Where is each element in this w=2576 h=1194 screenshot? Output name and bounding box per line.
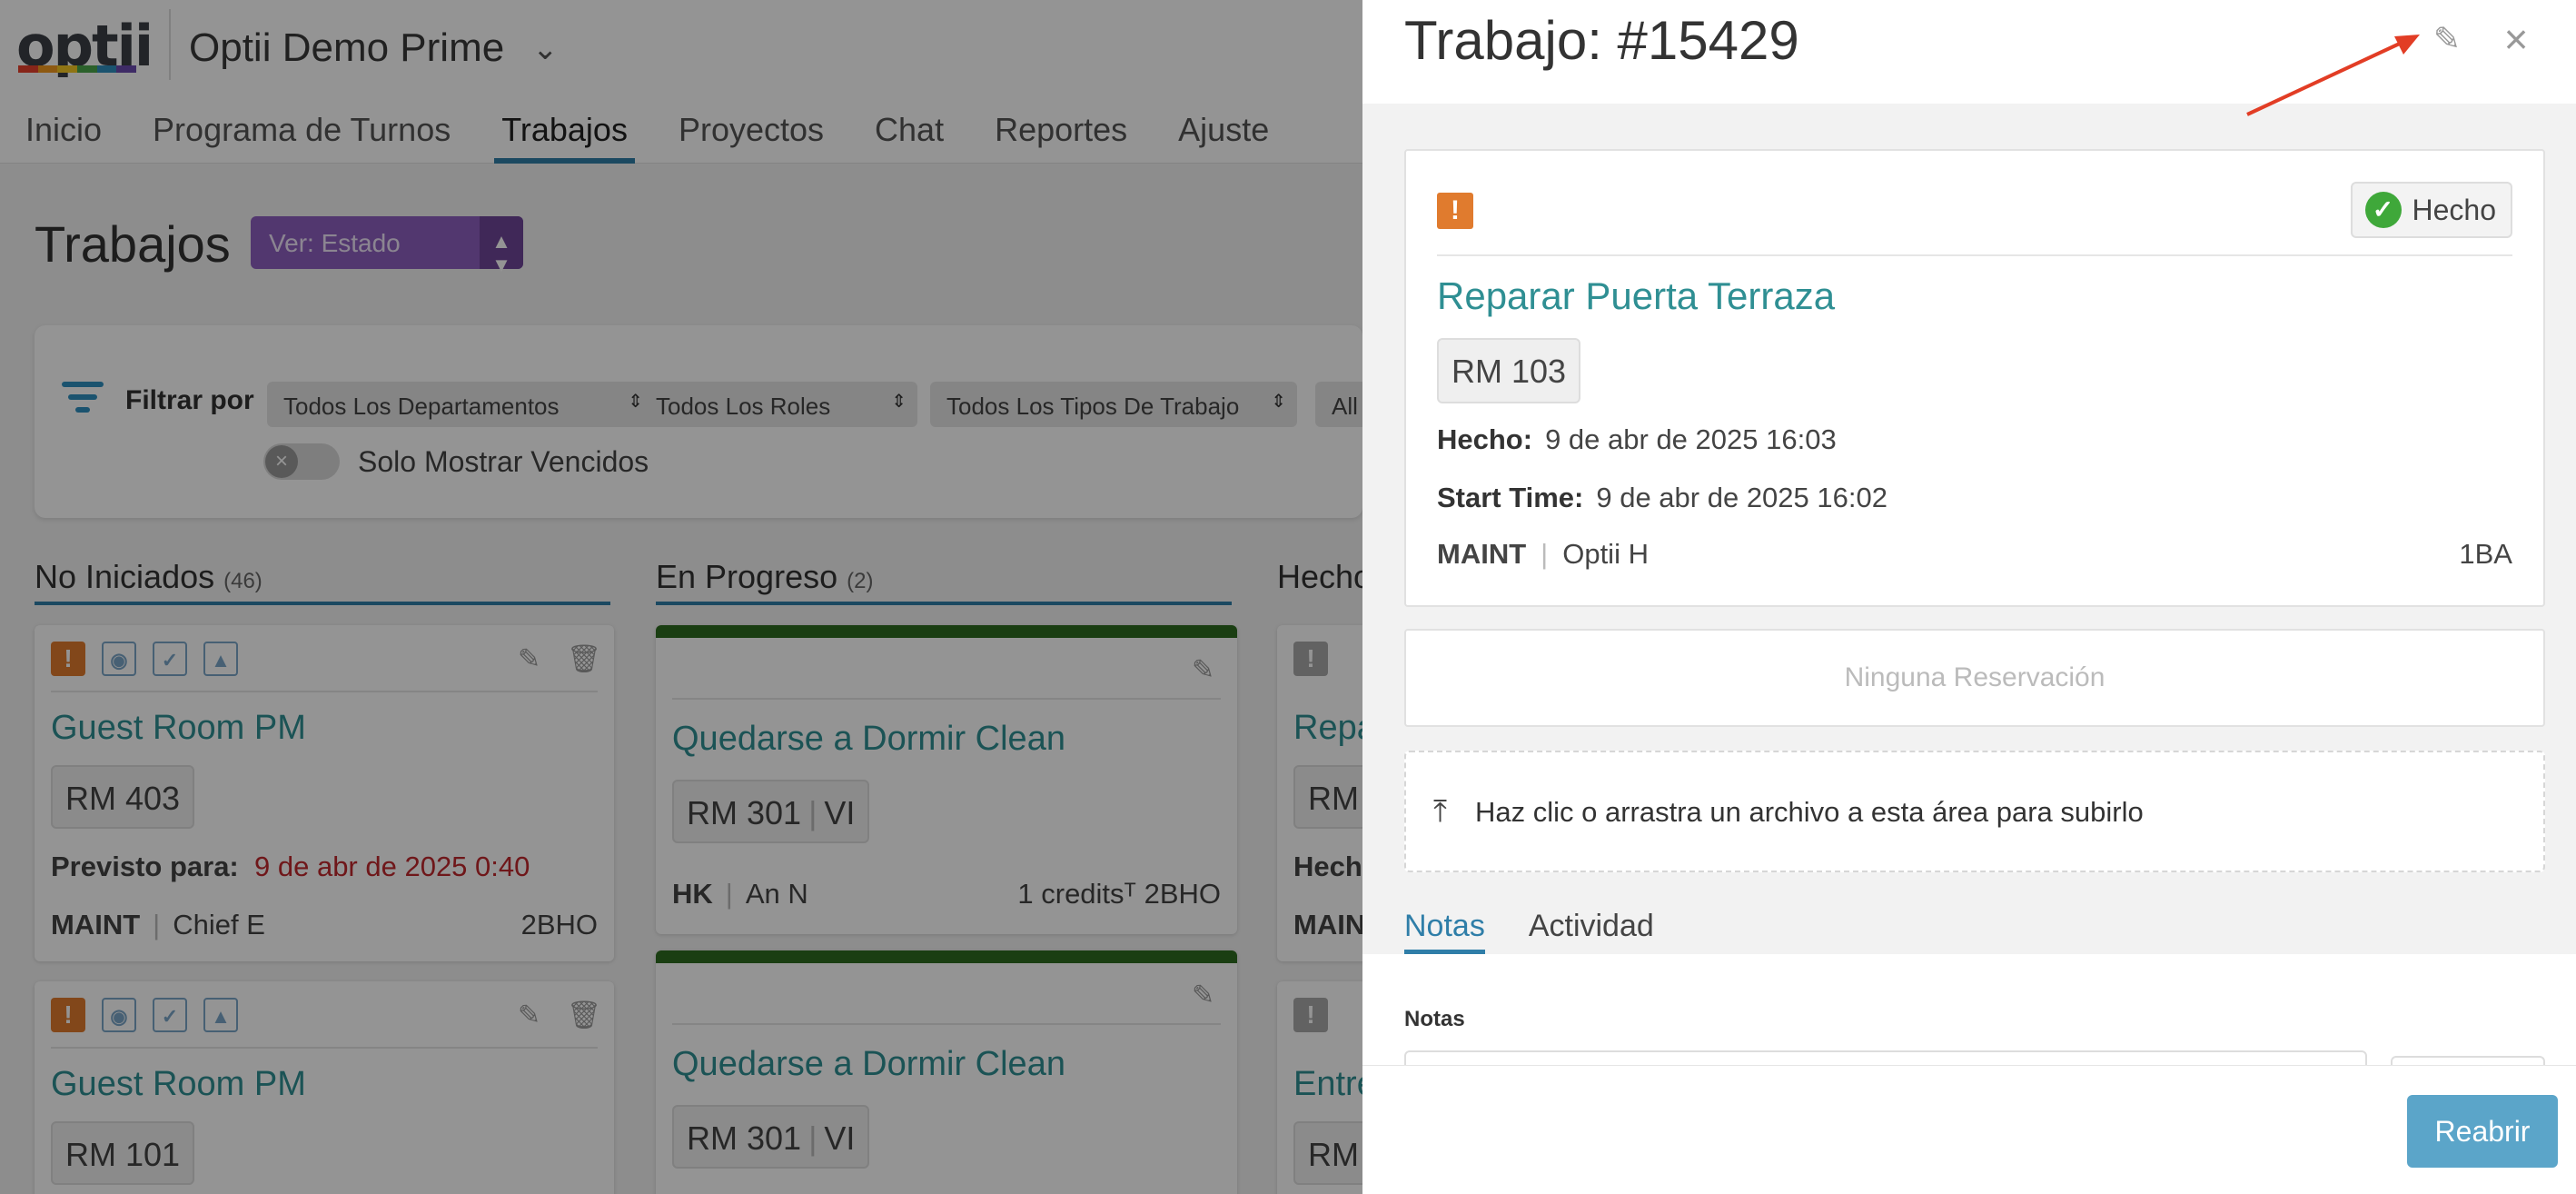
job-title: Reparar Puerta Terraza <box>1437 274 1836 317</box>
reopen-button[interactable]: Reabrir <box>2407 1095 2558 1168</box>
done-value: 9 de abr de 2025 16:03 <box>1545 423 1837 455</box>
card-divider <box>1437 254 2512 256</box>
priority-icon: ! <box>1437 193 1473 229</box>
check-circle-icon: ✓ <box>2364 192 2402 228</box>
notes-label: Notas <box>1404 1007 1465 1031</box>
panel-tabs: Notas Actividad <box>1404 905 1654 954</box>
panel-footer: Reabrir <box>1362 1065 2576 1194</box>
reservation-box: Ninguna Reservación <box>1404 629 2545 727</box>
tab-notas[interactable]: Notas <box>1404 905 1485 954</box>
room-code: 1BA <box>2459 538 2512 570</box>
edit-icon[interactable]: ✎ <box>2425 20 2469 64</box>
panel-header: Trabajo: #15429 ✎ × <box>1362 0 2576 104</box>
start-label: Start Time: <box>1437 482 1584 513</box>
status-button[interactable]: ✓ Hecho <box>2350 182 2512 238</box>
notes-submit-button[interactable] <box>2391 1056 2545 1065</box>
separator: | <box>1541 538 1549 570</box>
panel-title: Trabajo: #15429 <box>1404 10 1799 71</box>
done-time-line: Hecho: 9 de abr de 2025 16:03 <box>1437 423 1837 456</box>
start-value: 9 de abr de 2025 16:02 <box>1596 482 1887 513</box>
notes-section: Notas <box>1362 954 2576 1065</box>
notes-input[interactable] <box>1404 1050 2367 1065</box>
tab-actividad[interactable]: Actividad <box>1529 905 1654 954</box>
start-time-line: Start Time: 9 de abr de 2025 16:02 <box>1437 482 1887 514</box>
done-label: Hecho: <box>1437 423 1533 455</box>
upload-text: Haz clic o arrastra un archivo a esta ár… <box>1475 796 2144 828</box>
department: MAINT <box>1437 538 1527 570</box>
assignment-line: MAINT | Optii H <box>1437 538 1649 571</box>
upload-dropzone[interactable]: ⤒ Haz clic o arrastra un archivo a esta … <box>1404 751 2545 872</box>
modal-overlay[interactable] <box>0 0 1362 1194</box>
status-label: Hecho <box>2412 193 2497 226</box>
close-icon[interactable]: × <box>2492 15 2540 63</box>
upload-icon: ⤒ <box>1433 794 1448 829</box>
room-tag: RM 103 <box>1437 338 1581 403</box>
job-detail-card: ! ✓ Hecho Reparar Puerta Terraza RM 103 … <box>1404 149 2545 607</box>
assignee: Optii H <box>1562 538 1649 570</box>
job-detail-panel: Trabajo: #15429 ✎ × ! ✓ Hecho Reparar Pu… <box>1362 0 2576 1194</box>
